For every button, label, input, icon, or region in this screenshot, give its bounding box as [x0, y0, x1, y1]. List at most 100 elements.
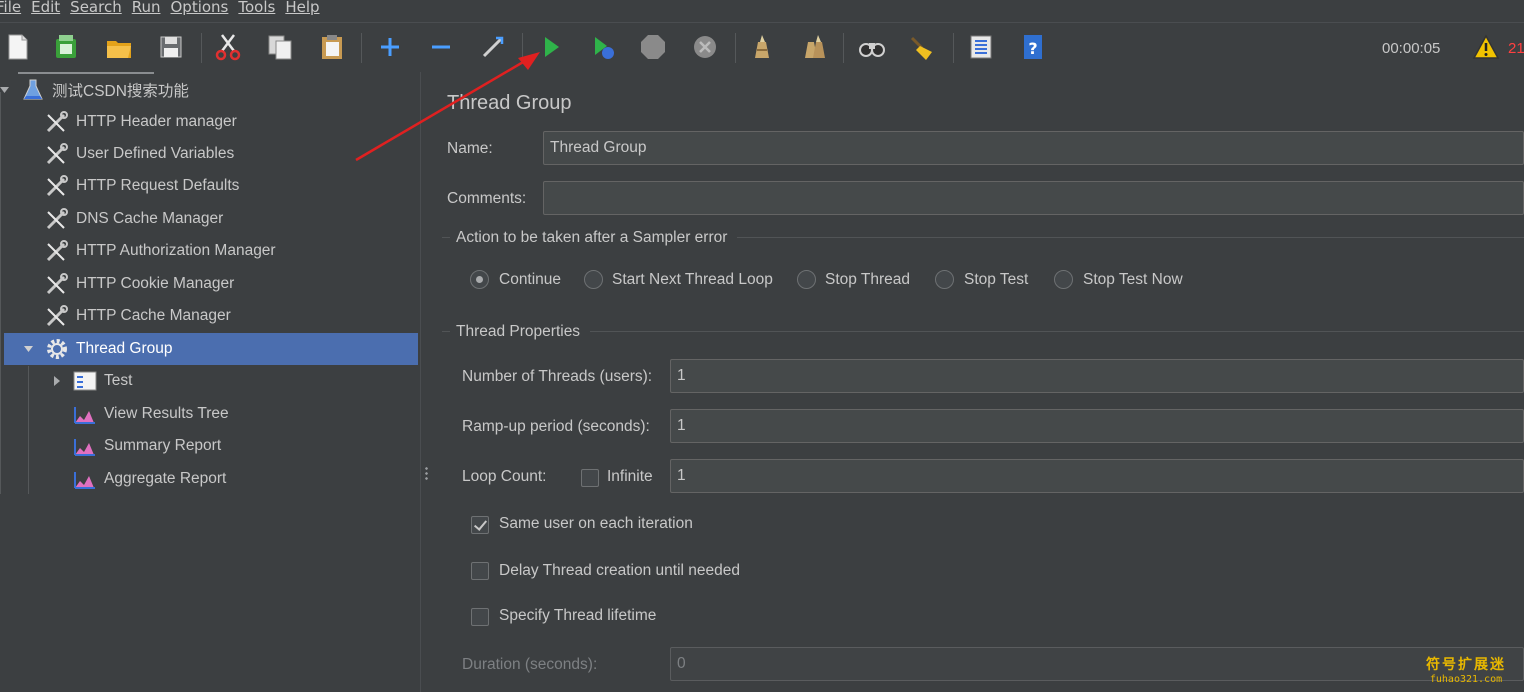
tree-item-http-header-manager[interactable]: HTTP Header manager [44, 106, 420, 138]
collapse-icon[interactable] [425, 31, 457, 63]
radio-start-next-thread-loop-label[interactable]: Start Next Thread Loop [612, 271, 773, 289]
function-helper-icon[interactable] [965, 31, 997, 63]
splitter-grip[interactable] [425, 466, 428, 482]
panel-splitter[interactable] [420, 72, 432, 692]
infinite-label[interactable]: Infinite [607, 468, 653, 486]
radio-start-next-thread-loop[interactable] [584, 270, 603, 289]
search-icon[interactable] [856, 31, 888, 63]
cut-icon[interactable] [212, 31, 244, 63]
clear-icon[interactable] [746, 31, 778, 63]
config-tools-icon [44, 206, 70, 232]
thread-lifetime-label[interactable]: Specify Thread lifetime [499, 607, 656, 625]
tree-item-http-authorization-manager[interactable]: HTTP Authorization Manager [44, 235, 420, 267]
comments-label: Comments: [447, 190, 527, 207]
rampup-label: Ramp-up period (seconds): [462, 418, 650, 435]
same-user-label[interactable]: Same user on each iteration [499, 515, 693, 533]
menu-search[interactable]: Search [70, 0, 122, 16]
menu-bar: File Edit Search Run Options Tools Help [0, 0, 1524, 22]
same-user-checkbox[interactable] [471, 516, 489, 534]
watermark-line2: fuhao321.com [1429, 674, 1503, 685]
expand-arrow-icon[interactable] [52, 376, 62, 386]
open-icon[interactable] [103, 31, 135, 63]
toggle-icon[interactable] [477, 31, 509, 63]
tree-item-summary-report[interactable]: Summary Report [72, 430, 420, 462]
start-no-pauses-icon[interactable] [587, 31, 619, 63]
delay-thread-label[interactable]: Delay Thread creation until needed [499, 562, 740, 580]
radio-stop-thread[interactable] [797, 270, 816, 289]
tree-root-test-plan[interactable]: 测试CSDN搜索功能 [20, 74, 420, 106]
loop-count-label: Loop Count: [462, 468, 547, 485]
rampup-field[interactable]: 1 [670, 409, 1524, 443]
warning-count: 21 [1508, 40, 1524, 57]
config-tools-icon [44, 173, 70, 199]
thread-group-panel: Thread Group Name: Thread Group Comments… [432, 72, 1524, 692]
listener-chart-icon [72, 401, 98, 427]
elapsed-timer: 00:00:05 [1382, 40, 1441, 57]
tree-item-aggregate-report[interactable]: Aggregate Report [72, 463, 420, 495]
menu-run[interactable]: Run [132, 0, 161, 16]
tree-item-http-cache-manager[interactable]: HTTP Cache Manager [44, 300, 420, 332]
config-tools-icon [44, 238, 70, 264]
transaction-controller-icon [72, 368, 98, 394]
save-icon[interactable] [155, 31, 187, 63]
menu-tools[interactable]: Tools [238, 0, 275, 16]
comments-field[interactable] [543, 181, 1524, 215]
toolbar: ? 00:00:05 21 [0, 22, 1524, 72]
expand-icon[interactable] [374, 31, 406, 63]
start-icon[interactable] [535, 31, 567, 63]
collapse-arrow-icon[interactable] [24, 344, 34, 354]
radio-continue-label[interactable]: Continue [499, 271, 561, 289]
radio-stop-thread-label[interactable]: Stop Thread [825, 271, 910, 289]
paste-icon[interactable] [316, 31, 348, 63]
threads-label: Number of Threads (users): [462, 368, 653, 385]
shutdown-icon[interactable] [689, 31, 721, 63]
menu-help[interactable]: Help [285, 0, 319, 16]
svg-text:?: ? [1028, 39, 1037, 58]
gear-icon [44, 336, 70, 362]
tree-item-http-cookie-manager[interactable]: HTTP Cookie Manager [44, 268, 420, 300]
test-plan-tree: 测试CSDN搜索功能 HTTP Header manager User Defi… [0, 72, 420, 692]
loop-count-field[interactable]: 1 [670, 459, 1524, 493]
name-label: Name: [447, 140, 493, 157]
config-tools-icon [44, 141, 70, 167]
tree-item-thread-group[interactable]: Thread Group [4, 333, 418, 365]
stop-icon[interactable] [637, 31, 669, 63]
config-tools-icon [44, 303, 70, 329]
infinite-checkbox[interactable] [581, 469, 599, 487]
delay-thread-checkbox[interactable] [471, 562, 489, 580]
duration-label: Duration (seconds): [462, 656, 598, 673]
radio-stop-test-now[interactable] [1054, 270, 1073, 289]
warning-icon[interactable] [1470, 31, 1502, 63]
duration-field[interactable]: 0 [670, 647, 1524, 681]
threads-field[interactable]: 1 [670, 359, 1524, 393]
clear-all-icon[interactable] [798, 31, 830, 63]
thread-lifetime-checkbox[interactable] [471, 608, 489, 626]
collapse-arrow-icon[interactable] [0, 85, 10, 95]
new-icon[interactable] [2, 31, 34, 63]
radio-continue[interactable] [470, 270, 489, 289]
name-field[interactable]: Thread Group [543, 131, 1524, 165]
listener-chart-icon [72, 466, 98, 492]
radio-stop-test[interactable] [935, 270, 954, 289]
tree-item-user-defined-variables[interactable]: User Defined Variables [44, 138, 420, 170]
templates-icon[interactable] [50, 31, 82, 63]
radio-stop-test-now-label[interactable]: Stop Test Now [1083, 271, 1183, 289]
listener-chart-icon [72, 433, 98, 459]
watermark: 符号扩展迷 fuhao321.com [1426, 654, 1506, 685]
copy-icon[interactable] [264, 31, 296, 63]
thread-properties-group-title: Thread Properties [450, 323, 591, 341]
config-tools-icon [44, 109, 70, 135]
radio-stop-test-label[interactable]: Stop Test [964, 271, 1028, 289]
menu-file[interactable]: File [0, 0, 21, 16]
tree-item-dns-cache-manager[interactable]: DNS Cache Manager [44, 203, 420, 235]
tree-item-view-results-tree[interactable]: View Results Tree [72, 398, 420, 430]
panel-title: Thread Group [447, 92, 572, 114]
tree-item-http-request-defaults[interactable]: HTTP Request Defaults [44, 170, 420, 202]
menu-options[interactable]: Options [170, 0, 228, 16]
watermark-line1: 符号扩展迷 [1426, 657, 1506, 673]
tree-item-test[interactable]: Test [72, 365, 420, 397]
reset-search-icon[interactable] [907, 31, 939, 63]
help-icon[interactable]: ? [1017, 31, 1049, 63]
menu-edit[interactable]: Edit [31, 0, 60, 16]
flask-icon [20, 77, 46, 103]
